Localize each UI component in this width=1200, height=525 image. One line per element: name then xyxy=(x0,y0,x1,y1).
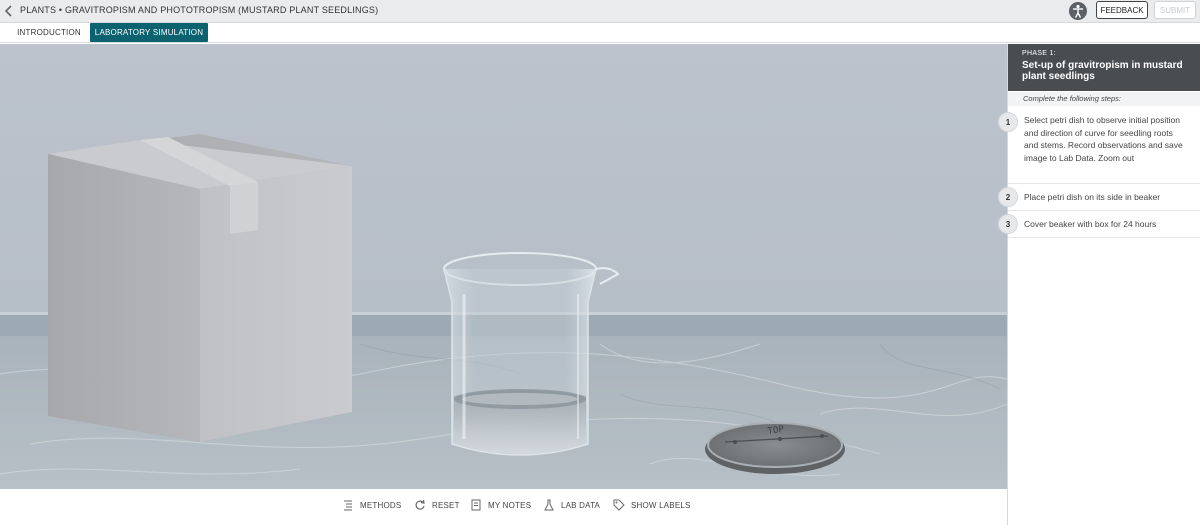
tab-bar: INTRODUCTION LABORATORY SIMULATION xyxy=(0,23,1200,43)
step-number: 2 xyxy=(998,187,1018,207)
step-item[interactable]: 1 Select petri dish to observe initial p… xyxy=(998,108,1200,184)
tab-introduction[interactable]: INTRODUCTION xyxy=(10,23,88,42)
submit-button[interactable]: SUBMIT xyxy=(1154,1,1196,19)
instructions-panel: PHASE 1: Set-up of gravitropism in musta… xyxy=(998,44,1200,525)
accessibility-icon[interactable] xyxy=(1069,2,1087,20)
reset-button[interactable]: RESET xyxy=(414,497,460,513)
flask-icon xyxy=(543,499,555,511)
bottom-toolbar: METHODS RESET MY NOTES LAB DATA SHOW LAB… xyxy=(0,489,1007,525)
back-chevron-icon[interactable] xyxy=(2,2,16,20)
step-item[interactable]: 2 Place petri dish on its side in beaker xyxy=(998,184,1200,211)
step-number: 1 xyxy=(998,112,1018,132)
show-labels-button[interactable]: SHOW LABELS xyxy=(613,497,691,513)
feedback-button[interactable]: FEEDBACK xyxy=(1096,1,1148,19)
tag-icon xyxy=(613,499,625,511)
reset-label: RESET xyxy=(432,500,460,510)
methods-icon xyxy=(342,499,354,511)
petri-dish[interactable]: TOP xyxy=(705,422,845,474)
step-text: Place petri dish on its side in beaker xyxy=(1024,192,1161,202)
notes-icon xyxy=(470,499,482,511)
top-bar: PLANTS • GRAVITROPISM AND PHOTOTROPISM (… xyxy=(0,0,1200,23)
step-item[interactable]: 3 Cover beaker with box for 24 hours xyxy=(998,211,1200,238)
my-notes-button[interactable]: MY NOTES xyxy=(470,497,531,513)
tab-laboratory-simulation[interactable]: LABORATORY SIMULATION xyxy=(90,23,208,42)
reset-icon xyxy=(414,499,426,511)
phase-header: PHASE 1: Set-up of gravitropism in musta… xyxy=(1008,44,1200,91)
methods-label: METHODS xyxy=(360,500,402,510)
methods-button[interactable]: METHODS xyxy=(342,497,401,513)
phase-title: Set-up of gravitropism in mustard plant … xyxy=(1022,60,1183,82)
show-labels-label: SHOW LABELS xyxy=(631,500,691,510)
lab-data-button[interactable]: LAB DATA xyxy=(543,497,600,513)
lab-scene: TOP xyxy=(0,44,1007,489)
breadcrumb: PLANTS • GRAVITROPISM AND PHOTOTROPISM (… xyxy=(20,5,379,15)
my-notes-label: MY NOTES xyxy=(488,500,532,510)
step-text: Cover beaker with box for 24 hours xyxy=(1024,219,1157,229)
step-number: 3 xyxy=(998,214,1018,234)
lab-data-label: LAB DATA xyxy=(561,500,601,510)
step-text: Select petri dish to observe initial pos… xyxy=(1024,115,1183,163)
instructions-text: Complete the following steps: xyxy=(1008,92,1200,106)
phase-label: PHASE 1: xyxy=(1022,50,1056,57)
cardboard-box[interactable] xyxy=(48,134,352,442)
